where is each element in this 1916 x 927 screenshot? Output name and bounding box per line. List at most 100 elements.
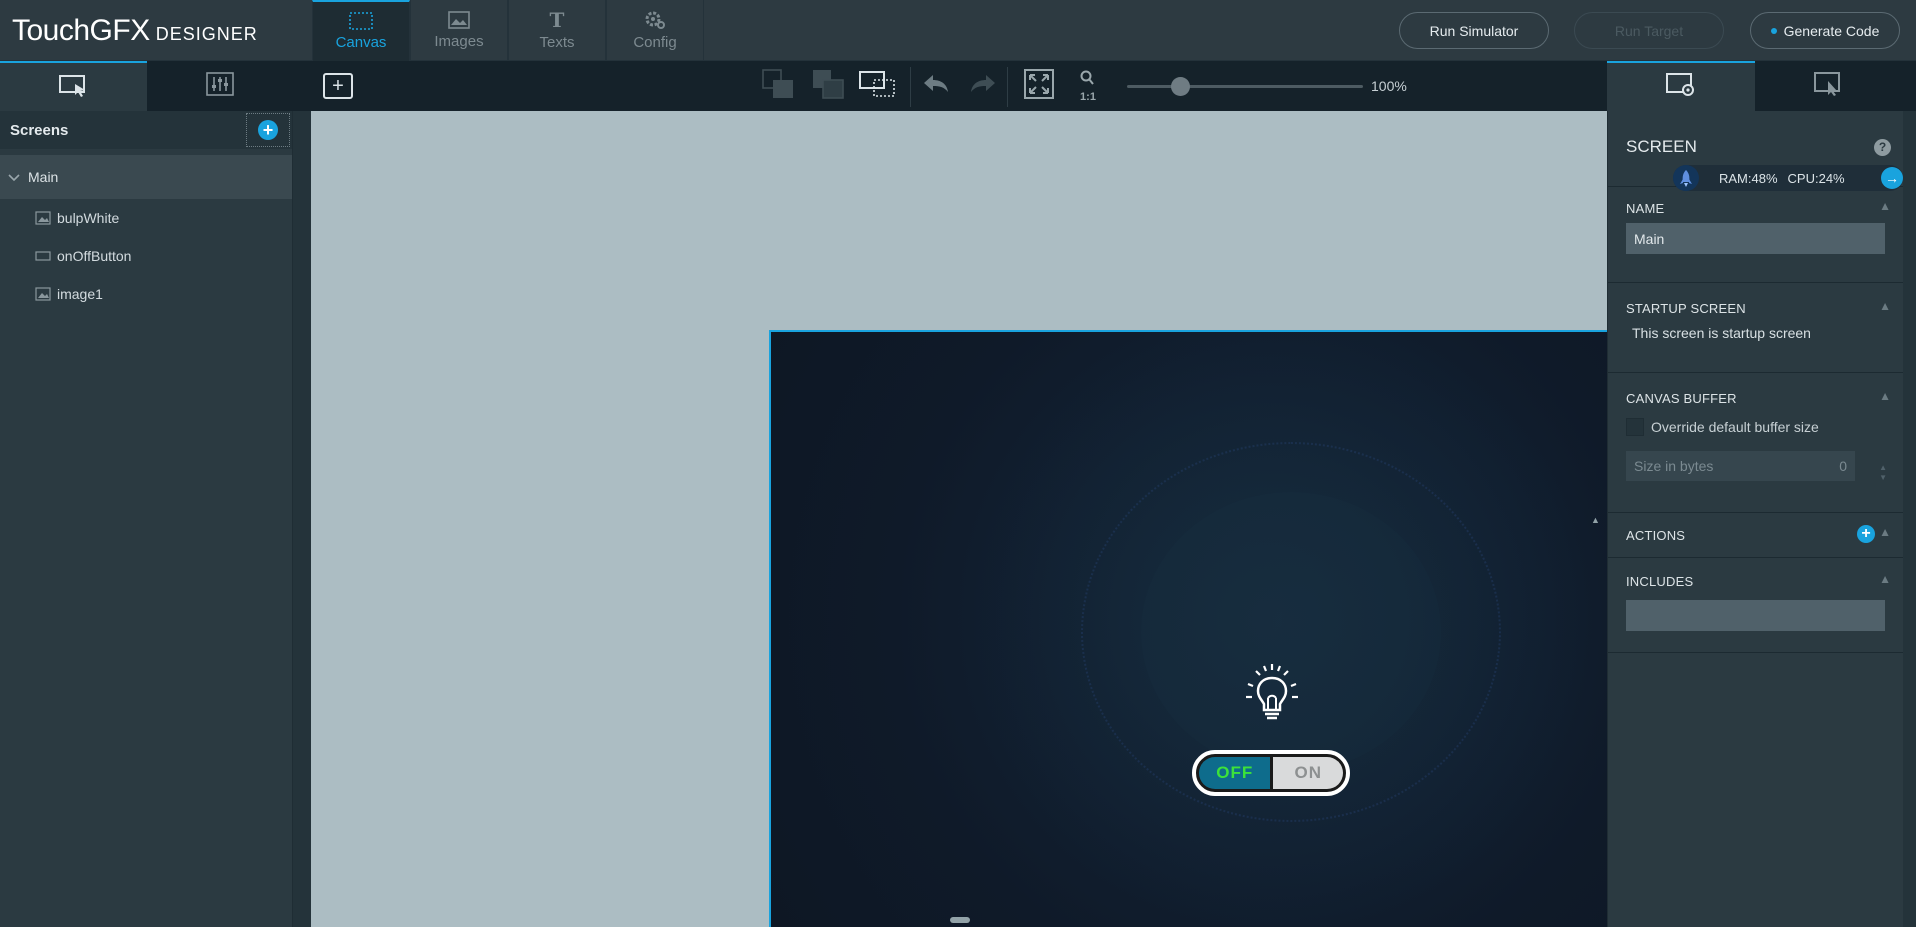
bring-forward-button[interactable] [810,69,846,103]
fit-screen-icon [1024,68,1054,104]
chevron-down-icon [8,169,20,185]
screens-panel: Screens + Main bulpWhite onOffButton ima… [0,111,293,927]
screen-settings-icon [1665,72,1697,103]
tab-canvas[interactable]: Canvas [312,0,410,61]
override-buffer-row[interactable]: Override default buffer size [1608,413,1903,441]
widget-tree-item-image1[interactable]: image1 [0,275,292,313]
help-icon[interactable]: ? [1874,139,1891,156]
override-buffer-checkbox[interactable] [1626,418,1644,436]
fit-to-screen-button[interactable] [1021,68,1057,104]
undo-icon [922,73,950,100]
tab-interaction-settings[interactable] [1755,61,1903,111]
arrange-back-icon [858,68,898,105]
zoom-slider-handle[interactable] [1171,77,1190,96]
actions-section: ACTIONS + ▲ [1608,513,1903,558]
name-section: NAME ▲ Main [1608,187,1903,283]
logo-sub: DESIGNER [155,24,258,44]
includes-input[interactable] [1626,600,1885,631]
canvas-workspace[interactable]: OFF ON [311,111,1769,927]
canvas-scroll-handle[interactable] [950,917,970,923]
tab-config[interactable]: Config [606,0,704,61]
app-logo: TouchGFX DESIGNER [12,14,258,47]
add-action-icon[interactable]: + [1857,525,1875,543]
svg-text:T: T [550,10,565,30]
tab-texts-label: Texts [539,34,575,51]
undo-button[interactable] [918,69,954,103]
screen-select-icon [58,73,88,102]
toolbar-divider [910,67,911,107]
ram-usage: RAM:48% [1719,170,1778,186]
add-circle-icon: + [258,120,278,140]
chevron-up-icon[interactable]: ▲ [1879,525,1891,539]
canvas-icon [349,12,373,30]
run-target-button[interactable]: Run Target [1574,12,1724,49]
zoom-reset-button[interactable]: 1:1 [1070,69,1106,103]
add-widget-button[interactable]: + [323,73,353,99]
startup-screen-section: STARTUP SCREEN ▲ This screen is startup … [1608,283,1903,373]
run-simulator-button[interactable]: Run Simulator [1399,12,1549,49]
arrow-right-icon[interactable]: → [1881,167,1903,189]
name-section-title: NAME [1626,201,1665,216]
magnifier-icon [1079,70,1097,91]
widget-tree-label: bulpWhite [57,210,120,226]
includes-title: INCLUDES [1626,574,1694,589]
screens-title: Screens [10,121,69,139]
tab-config-label: Config [633,34,677,51]
tab-screens[interactable] [0,61,147,111]
button-icon [35,250,51,262]
lightbulb-icon[interactable] [1240,662,1304,731]
screens-header: Screens + [0,111,292,149]
add-screen-button[interactable]: + [246,113,290,147]
on-off-toggle[interactable]: OFF ON [1192,750,1350,796]
chevron-up-icon[interactable]: ▲ [1879,199,1891,213]
tab-interactions[interactable] [146,61,293,111]
image-icon [448,11,470,29]
chevron-up-icon[interactable]: ▲ [1879,299,1891,313]
status-dot-icon [1770,27,1777,34]
send-backward-button[interactable] [858,68,898,105]
screen-name-input[interactable]: Main [1626,223,1885,254]
buffer-size-value: 0 [1839,458,1847,474]
plus-icon: + [332,75,344,97]
buffer-size-row: Size in bytes 0 ▲ ▼ [1608,451,1903,483]
widget-tree-item-bulpwhite[interactable]: bulpWhite [0,199,292,237]
logo-main: TouchGFX [12,14,150,47]
properties-title: SCREEN [1626,137,1697,156]
startup-section-title: STARTUP SCREEN [1626,301,1746,316]
includes-section: INCLUDES ▲ [1608,558,1903,653]
tab-images[interactable]: Images [410,0,508,61]
chevron-up-icon[interactable]: ▲ [1879,572,1891,586]
properties-scrollbar[interactable] [1903,111,1916,927]
toggle-on-label: ON [1273,757,1343,789]
bring-to-front-button[interactable] [760,68,796,103]
cpu-usage: CPU:24% [1787,170,1845,186]
canvas-buffer-title: CANVAS BUFFER [1626,391,1737,406]
properties-header: SCREEN ? RAM:48% CPU:24% → [1608,111,1903,191]
panel-resize-handle[interactable]: ▲ [1591,515,1600,525]
screen-touch-icon [1813,71,1845,102]
chevron-up-icon[interactable]: ▲ [1879,389,1891,403]
generate-code-button[interactable]: Generate Code [1750,12,1900,49]
left-panel-tabs [0,61,293,111]
zoom-slider[interactable] [1127,85,1363,88]
buffer-size-placeholder: Size in bytes [1634,458,1714,474]
stepper-icon[interactable]: ▲ ▼ [1879,463,1887,483]
tab-canvas-label: Canvas [335,34,387,51]
widget-tree-label: onOffButton [57,248,132,264]
tab-texts[interactable]: T Texts [508,0,606,61]
zoom-reset-label: 1:1 [1080,90,1096,103]
tab-properties[interactable] [1607,61,1755,111]
toggle-off-label: OFF [1199,757,1271,789]
text-icon: T [547,10,567,30]
screen-tree-label: Main [28,169,59,185]
sliders-icon [205,71,234,101]
tab-images-label: Images [434,33,484,50]
screen-tree-item-main[interactable]: Main [0,155,292,199]
panel-gutter [293,111,311,927]
startup-screen-text: This screen is startup screen [1632,325,1811,341]
buffer-size-input[interactable]: Size in bytes 0 [1626,451,1855,481]
redo-button[interactable] [965,69,1001,103]
top-bar: TouchGFX DESIGNER Canvas Images T Texts [0,0,1916,61]
override-buffer-label: Override default buffer size [1651,419,1819,435]
widget-tree-item-onoffbutton[interactable]: onOffButton [0,237,292,275]
